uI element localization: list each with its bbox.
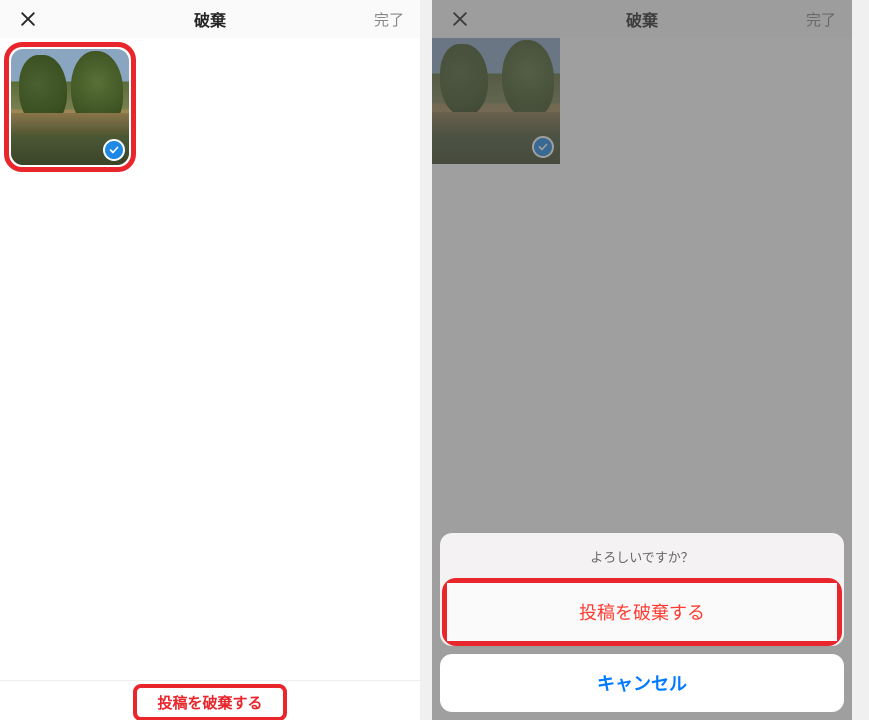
draft-thumbnail[interactable] <box>4 42 136 172</box>
right-screen: 破棄 完了 投稿を破棄する よろしいですか？ 投稿を破棄する キャンセ <box>432 0 852 720</box>
discard-button[interactable]: 投稿を破棄する <box>133 684 286 720</box>
check-icon <box>108 144 120 156</box>
header: 破棄 完了 <box>0 0 420 38</box>
confirm-discard-button[interactable]: 投稿を破棄する <box>447 583 837 641</box>
selected-badge <box>103 139 125 161</box>
action-sheet: よろしいですか？ 投稿を破棄する キャンセル <box>432 525 852 720</box>
cancel-button[interactable]: キャンセル <box>440 654 844 712</box>
close-icon <box>18 9 38 29</box>
action-sheet-title: よろしいですか？ <box>440 533 844 578</box>
action-sheet-group: よろしいですか？ 投稿を破棄する <box>440 533 844 646</box>
left-screen: 破棄 完了 投稿を破棄する <box>0 0 420 720</box>
content-area: 投稿を破棄する <box>0 42 420 720</box>
close-button[interactable] <box>16 7 40 31</box>
done-button[interactable]: 完了 <box>374 9 404 30</box>
discard-bar: 投稿を破棄する <box>0 680 420 720</box>
header-title: 破棄 <box>194 7 226 31</box>
